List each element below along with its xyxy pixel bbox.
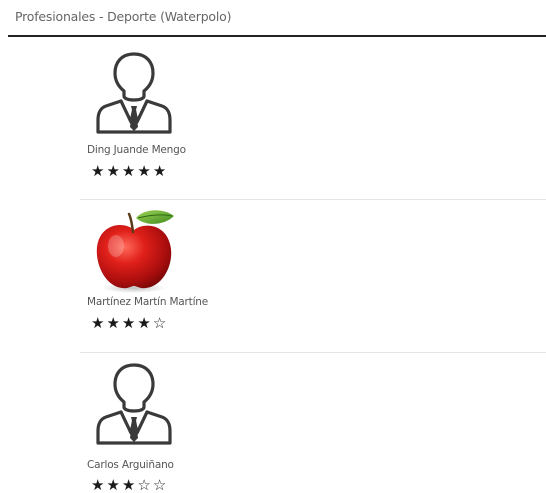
professional-name[interactable]: Carlos Arguiñano	[87, 459, 174, 471]
star-filled-icon: ★	[137, 314, 153, 332]
professional-card[interactable]: Ding Juande Mengo ★★★★★	[80, 44, 546, 194]
star-filled-icon: ★	[121, 476, 138, 493]
star-filled-icon: ★	[106, 476, 122, 493]
professional-name[interactable]: Martínez Martín Martíne	[87, 296, 208, 308]
star-rating: ★★★★☆	[91, 316, 168, 331]
star-filled-icon: ★	[91, 162, 107, 180]
professional-card[interactable]: Martínez Martín Martíne ★★★★☆	[80, 200, 546, 350]
star-rating: ★★★★★	[91, 164, 168, 179]
professional-card[interactable]: Carlos Arguiñano ★★★☆☆	[80, 353, 546, 493]
star-filled-icon: ★	[121, 314, 138, 332]
star-empty-icon: ☆	[152, 314, 169, 332]
page-title: Profesionales - Deporte (Waterpolo)	[15, 9, 232, 24]
star-empty-icon: ☆	[152, 476, 169, 493]
star-filled-icon: ★	[106, 314, 122, 332]
apple-photo	[88, 206, 180, 298]
star-filled-icon: ★	[137, 162, 153, 180]
header-divider	[8, 35, 546, 37]
star-filled-icon: ★	[106, 162, 122, 180]
star-rating: ★★★☆☆	[91, 478, 168, 493]
professional-name[interactable]: Ding Juande Mengo	[87, 144, 186, 156]
star-filled-icon: ★	[91, 314, 107, 332]
star-filled-icon: ★	[152, 162, 169, 180]
person-silhouette-icon	[88, 48, 180, 140]
page: Profesionales - Deporte (Waterpolo) Ding…	[0, 0, 546, 493]
star-empty-icon: ☆	[137, 476, 153, 493]
person-silhouette-icon	[88, 359, 180, 451]
star-filled-icon: ★	[91, 476, 107, 493]
star-filled-icon: ★	[121, 162, 138, 180]
